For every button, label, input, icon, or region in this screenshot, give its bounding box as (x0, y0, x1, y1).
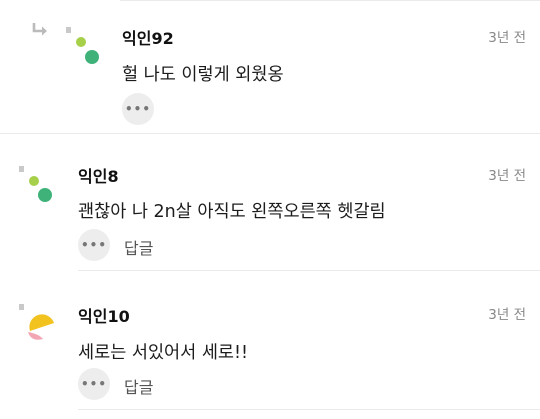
reply-button[interactable]: 답글 (124, 235, 153, 259)
comment-time: 3년 전 (488, 307, 526, 323)
more-options-button[interactable]: ••• (78, 229, 110, 261)
comment-text: 헐 나도 이렇게 외웠옹 (122, 65, 284, 85)
comment-text: 세로는 서있어서 세로!! (78, 343, 249, 363)
comment-time: 3년 전 (488, 30, 526, 46)
comment-nickname[interactable]: 익인8 (78, 163, 119, 187)
divider (78, 270, 540, 271)
more-icon: ••• (80, 238, 107, 252)
divider (0, 133, 540, 134)
comment-time: 3년 전 (488, 168, 526, 184)
more-icon: ••• (80, 377, 107, 391)
avatar-icon (19, 304, 54, 340)
comment-nickname[interactable]: 익인10 (78, 303, 130, 327)
more-icon: ••• (124, 102, 151, 116)
more-options-button[interactable]: ••• (78, 368, 110, 400)
more-options-button[interactable]: ••• (122, 93, 154, 125)
avatar-icon (19, 166, 52, 202)
reply-button[interactable]: 답글 (124, 374, 153, 398)
divider (120, 0, 540, 1)
reply-arrow-icon (32, 23, 47, 36)
avatar-icon (66, 27, 99, 64)
comment-text: 괜찮아 나 2n살 아직도 왼쪽오른쪽 헷갈림 (78, 202, 386, 222)
comment-nickname[interactable]: 익인92 (122, 25, 174, 49)
divider (78, 409, 540, 410)
